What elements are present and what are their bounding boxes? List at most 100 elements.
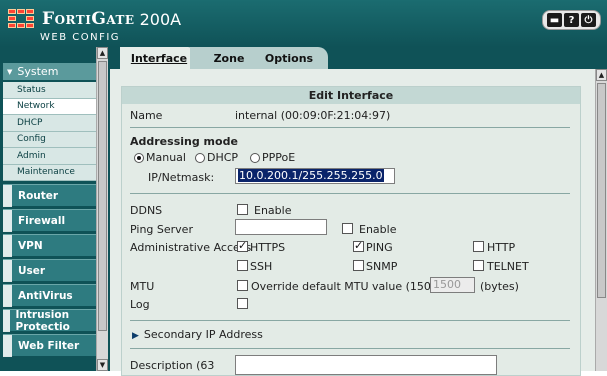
sidebar-subitem-maintenance[interactable]: Maintenance — [3, 164, 96, 181]
header-bar: FortiGate 200A WEB CONFIG ▬ ? ⏻ — [0, 0, 607, 47]
ping-label: PING — [366, 241, 393, 254]
ipmask-label: IP/Netmask: — [148, 171, 215, 184]
ping-checkbox[interactable] — [353, 239, 364, 252]
scrollbar-thumb[interactable] — [98, 61, 107, 331]
ssh-checkbox[interactable] — [237, 260, 248, 271]
tab-options[interactable]: Options — [250, 47, 328, 69]
pppoe-label: PPPoE — [262, 151, 296, 164]
sidebar-item-label: Intrusion Protectio — [15, 308, 70, 333]
divider — [130, 127, 570, 128]
secondary-ip-label: Secondary IP Address — [143, 328, 263, 341]
http-checkbox[interactable] — [473, 241, 484, 252]
expand-triangle-icon: ▶ — [132, 331, 139, 341]
description-label: Description (63 — [130, 359, 215, 372]
sidebar-item-system[interactable]: ▼ System — [3, 63, 96, 80]
sidebar-item-label: VPN — [18, 239, 43, 252]
sidebar-item-label: System — [17, 65, 59, 78]
secondary-ip-toggle[interactable]: ▶ Secondary IP Address — [132, 328, 263, 341]
dhcp-label: DHCP — [207, 151, 239, 164]
log-label: Log — [130, 298, 150, 311]
sidebar-item-label: Router — [18, 189, 59, 202]
fortinet-logo-icon — [8, 9, 36, 29]
https-checkbox[interactable] — [237, 239, 248, 252]
ipmask-value: 10.0.200.1/255.255.255.0 — [238, 169, 384, 182]
scrollbar-thumb[interactable] — [597, 83, 606, 298]
sidebar-scrollbar[interactable]: ▲ ▼ — [96, 47, 108, 371]
sidebar-subitem-config[interactable]: Config — [3, 131, 96, 148]
https-label: HTTPS — [250, 241, 286, 254]
sidebar-item-web-filter[interactable]: Web Filter — [3, 334, 96, 357]
dhcp-radio[interactable] — [195, 153, 205, 163]
header-icon-group: ▬ ? ⏻ — [542, 10, 601, 30]
web-config-label: WEB CONFIG — [40, 32, 121, 43]
fortigate-logo: FortiGate 200A — [8, 8, 181, 30]
main-scrollbar[interactable]: ▲ — [595, 69, 607, 371]
sidebar-menu: ▼ System Status Network DHCP Config Admi… — [3, 63, 96, 371]
tab-interface[interactable]: Interface — [120, 47, 198, 69]
sidebar-subitem-admin[interactable]: Admin — [3, 148, 96, 165]
snmp-checkbox[interactable] — [353, 260, 364, 271]
model-name: 200A — [139, 9, 182, 29]
menu-marker-icon — [3, 284, 12, 307]
sidebar-subitem-dhcp[interactable]: DHCP — [3, 115, 96, 132]
ssh-label: SSH — [250, 260, 273, 273]
ipmask-input[interactable]: 10.0.200.1/255.255.255.0 — [235, 168, 395, 184]
log-checkbox[interactable] — [237, 298, 248, 309]
scroll-down-icon[interactable]: ▼ — [97, 359, 108, 371]
sidebar-subitem-status[interactable]: Status — [3, 82, 96, 99]
menu-marker-icon — [3, 259, 12, 282]
description-textarea[interactable] — [235, 355, 497, 375]
mode-pppoe-option[interactable]: PPPoE — [250, 151, 295, 164]
telnet-checkbox[interactable] — [473, 260, 484, 271]
telnet-label: TELNET — [487, 260, 529, 273]
menu-marker-icon — [3, 334, 12, 357]
manual-label: Manual — [146, 151, 186, 164]
sidebar-item-label: Web Filter — [18, 339, 80, 352]
manual-radio[interactable] — [134, 153, 144, 163]
ping-enable-checkbox[interactable] — [342, 223, 353, 234]
sidebar-subitem-network[interactable]: Network — [3, 98, 96, 115]
http-label: HTTP — [487, 241, 516, 254]
sidebar-item-antivirus[interactable]: AntiVirus — [3, 284, 96, 307]
panel-title: Edit Interface — [122, 87, 580, 104]
scroll-up-icon[interactable]: ▲ — [596, 69, 607, 81]
sidebar-item-label: Firewall — [18, 214, 66, 227]
sidebar: ▼ System Status Network DHCP Config Admi… — [0, 47, 110, 371]
sidebar-item-intrusion-protection[interactable]: Intrusion Protectio — [3, 308, 96, 333]
menu-marker-icon — [3, 184, 12, 207]
sidebar-item-label: AntiVirus — [18, 289, 73, 302]
ping-enable-label: Enable — [359, 223, 397, 236]
brand-name: FortiGate — [42, 9, 135, 29]
ddns-label: DDNS — [130, 204, 163, 217]
ping-server-label: Ping Server — [130, 223, 193, 236]
ping-server-input[interactable] — [235, 219, 327, 235]
sidebar-item-user[interactable]: User — [3, 259, 96, 282]
ddns-enable-checkbox[interactable] — [237, 204, 248, 215]
divider — [130, 348, 570, 349]
mtu-override-checkbox[interactable] — [237, 280, 248, 291]
sidebar-item-router[interactable]: Router — [3, 184, 96, 207]
mtu-label: MTU — [130, 280, 155, 293]
mtu-override-label: Override default MTU value (1500). — [251, 280, 446, 293]
name-label: Name — [130, 109, 163, 122]
sidebar-item-vpn[interactable]: VPN — [3, 234, 96, 257]
menu-marker-icon — [3, 209, 12, 232]
menu-marker-icon — [3, 234, 12, 257]
chat-icon[interactable]: ▬ — [547, 13, 562, 27]
mode-dhcp-option[interactable]: DHCP — [195, 151, 238, 164]
sidebar-item-firewall[interactable]: Firewall — [3, 209, 96, 232]
ddns-enable-label: Enable — [254, 204, 292, 217]
mtu-value-input[interactable]: 1500 — [430, 277, 475, 293]
scroll-up-icon[interactable]: ▲ — [97, 47, 108, 59]
mode-manual-option[interactable]: Manual — [134, 151, 186, 164]
main-content: Edit Interface Name internal (00:09:0F:2… — [110, 69, 595, 376]
help-icon[interactable]: ? — [564, 13, 579, 27]
divider — [130, 320, 570, 321]
pppoe-radio[interactable] — [250, 153, 260, 163]
logout-icon[interactable]: ⏻ — [581, 13, 596, 27]
divider — [130, 193, 570, 194]
menu-marker-icon — [3, 309, 10, 332]
addressing-mode-heading: Addressing mode — [130, 135, 238, 148]
name-value: internal (00:09:0F:21:04:97) — [235, 109, 391, 122]
edit-interface-panel: Edit Interface Name internal (00:09:0F:2… — [121, 86, 581, 376]
